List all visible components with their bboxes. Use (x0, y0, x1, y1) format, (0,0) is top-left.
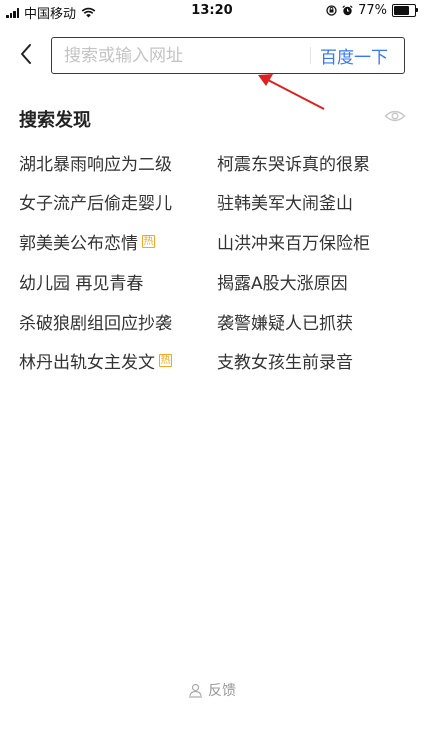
status-right: 77% (326, 3, 418, 18)
rotation-lock-icon (326, 5, 337, 16)
toggle-visibility-button[interactable] (384, 107, 406, 125)
hot-search-item[interactable]: 女子流产后偷走婴儿 (19, 188, 217, 216)
hot-search-item-label: 林丹出轨女主发文 (19, 353, 155, 374)
hot-search-item[interactable]: 杀破狼剧组回应抄袭 (19, 307, 217, 335)
hot-search-item-label: 郭美美公布恋情 (19, 234, 138, 255)
hot-search-item-label: 山洪冲来百万保险柜 (217, 234, 370, 255)
feedback-link[interactable]: 反馈 (0, 680, 424, 700)
hot-search-item-label: 揭露A股大涨原因 (217, 273, 348, 294)
eye-icon (384, 110, 406, 122)
hot-search-item[interactable]: 林丹出轨女主发文热 (19, 347, 217, 375)
hot-search-item[interactable]: 揭露A股大涨原因 (217, 267, 409, 295)
hot-search-item-label: 支教女孩生前录音 (217, 353, 353, 374)
hot-search-item-label: 幼儿园 再见青春 (19, 273, 144, 294)
feedback-icon (189, 683, 202, 698)
hot-search-item-label: 驻韩美军大闹釜山 (217, 194, 353, 215)
search-divider (310, 47, 311, 64)
status-bar: 中国移动 13:20 77% (0, 0, 424, 22)
alarm-icon (342, 5, 353, 16)
section-title: 搜索发现 (19, 110, 91, 131)
hot-search-grid: 湖北暴雨响应为二级 柯震东哭诉真的很累 女子流产后偷走婴儿 驻韩美军大闹釜山 郭美美公布… (19, 148, 409, 387)
hot-badge: 热 (142, 235, 155, 249)
search-box[interactable]: 百度一下 (51, 37, 405, 74)
hot-search-item[interactable]: 袭警嫌疑人已抓获 (217, 307, 409, 335)
hot-search-item-label: 女子流产后偷走婴儿 (19, 194, 172, 215)
hot-search-item[interactable]: 山洪冲来百万保险柜 (217, 228, 409, 256)
hot-search-item-label: 袭警嫌疑人已抓获 (217, 313, 353, 334)
hot-search-item[interactable]: 柯震东哭诉真的很累 (217, 148, 409, 176)
back-button[interactable] (12, 38, 40, 70)
hot-search-item-label: 杀破狼剧组回应抄袭 (19, 313, 172, 334)
hot-search-item[interactable]: 驻韩美军大闹釜山 (217, 188, 409, 216)
search-submit-button[interactable]: 百度一下 (320, 38, 400, 73)
hot-search-item-label: 柯震东哭诉真的很累 (217, 154, 370, 175)
battery-percent: 77% (358, 3, 387, 18)
hot-search-item[interactable]: 支教女孩生前录音 (217, 347, 409, 375)
battery-icon (392, 4, 418, 17)
feedback-label: 反馈 (208, 683, 236, 699)
search-input[interactable] (64, 38, 304, 73)
hot-search-item-label: 湖北暴雨响应为二级 (19, 154, 172, 175)
battery-fill (394, 6, 410, 15)
hot-search-item[interactable]: 幼儿园 再见青春 (19, 267, 217, 295)
chevron-left-icon (21, 44, 31, 64)
hot-search-item[interactable]: 郭美美公布恋情热 (19, 228, 217, 256)
hot-badge: 热 (159, 354, 172, 368)
hot-search-item[interactable]: 湖北暴雨响应为二级 (19, 148, 217, 176)
